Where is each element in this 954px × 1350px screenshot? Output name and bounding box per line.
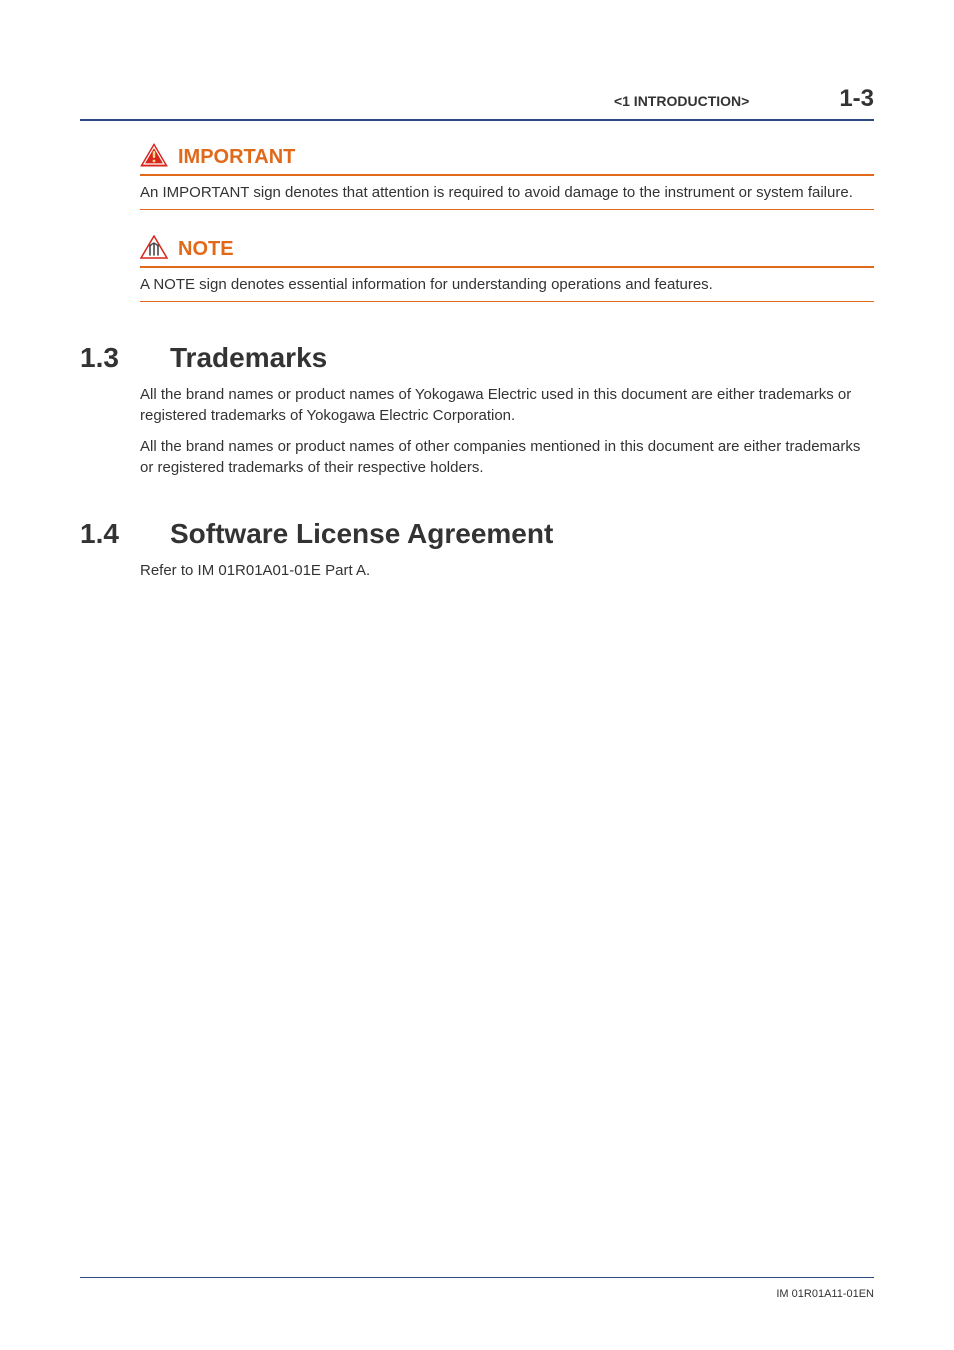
note-rule-bottom: [140, 301, 874, 302]
page-header: <1 INTRODUCTION> 1-3: [80, 85, 874, 121]
page-footer: IM 01R01A11-01EN: [80, 1277, 874, 1300]
page-number: 1-3: [839, 85, 874, 113]
note-rule-top: [140, 266, 874, 268]
important-callout: IMPORTANT An IMPORTANT sign denotes that…: [140, 143, 874, 210]
section-number: 1.3: [80, 342, 170, 374]
note-callout: NOTE A NOTE sign denotes essential infor…: [140, 235, 874, 302]
section-title: Software License Agreement: [170, 518, 553, 550]
paragraph: All the brand names or product names of …: [140, 384, 874, 426]
important-icon: [140, 143, 168, 172]
document-id: IM 01R01A11-01EN: [776, 1288, 874, 1300]
important-label: IMPORTANT: [178, 146, 295, 169]
section-trademarks: 1.3 Trademarks All the brand names or pr…: [80, 342, 874, 478]
important-rule-bottom: [140, 209, 874, 210]
note-body: A NOTE sign denotes essential informatio…: [140, 274, 874, 295]
breadcrumb: <1 INTRODUCTION>: [614, 93, 749, 109]
section-title: Trademarks: [170, 342, 327, 374]
important-body: An IMPORTANT sign denotes that attention…: [140, 182, 874, 203]
important-rule-top: [140, 174, 874, 176]
paragraph: All the brand names or product names of …: [140, 436, 874, 478]
note-label: NOTE: [178, 238, 234, 261]
note-icon: [140, 235, 168, 264]
section-number: 1.4: [80, 518, 170, 550]
section-software-license: 1.4 Software License Agreement Refer to …: [80, 518, 874, 581]
paragraph: Refer to IM 01R01A01-01E Part A.: [140, 560, 874, 581]
